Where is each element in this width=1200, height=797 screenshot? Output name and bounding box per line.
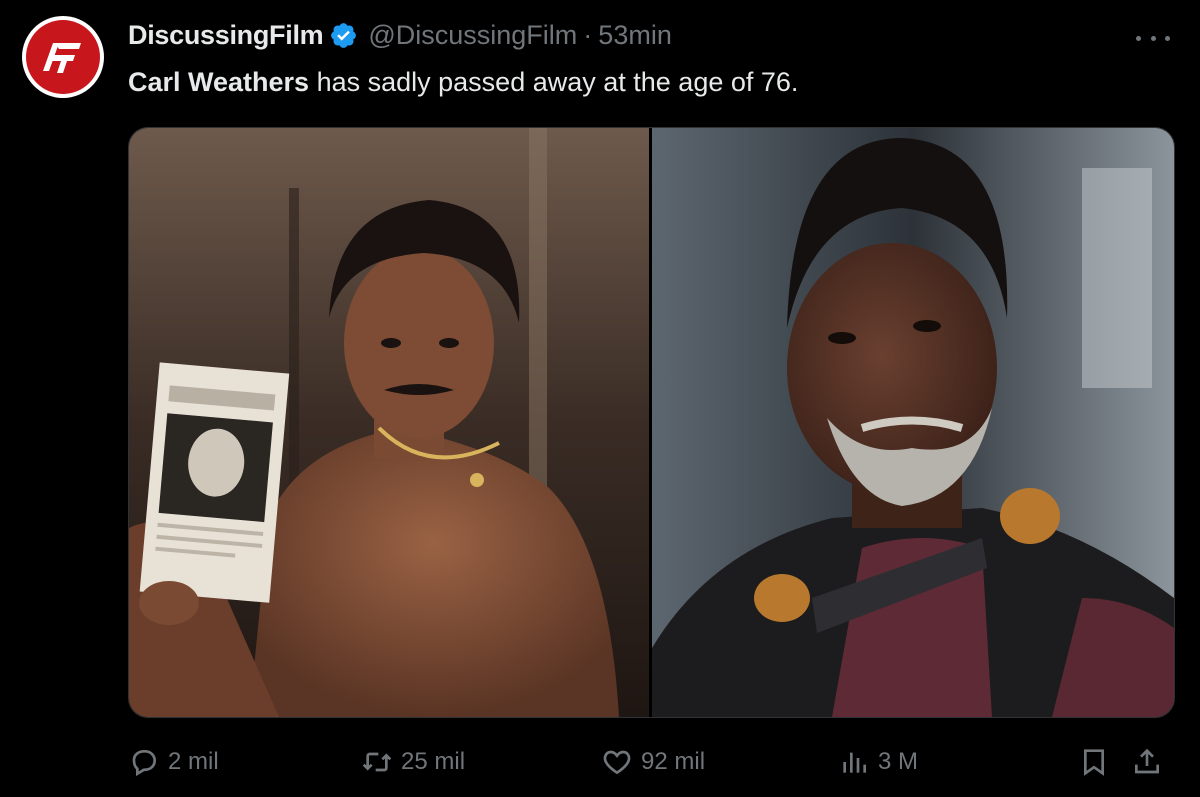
retweet-count: 25 mil bbox=[401, 748, 466, 775]
tweet-media[interactable] bbox=[128, 127, 1175, 718]
like-button[interactable]: 92 mil bbox=[601, 742, 705, 782]
reply-icon bbox=[132, 750, 157, 777]
discussingfilm-logo bbox=[26, 20, 100, 94]
author-handle[interactable]: @DiscussingFilm bbox=[368, 20, 577, 51]
bookmark-button[interactable] bbox=[1078, 742, 1110, 782]
bookmark-icon bbox=[1084, 749, 1104, 776]
author-display-name[interactable]: DiscussingFilm bbox=[128, 20, 324, 51]
tweet-text-body: has sadly passed away at the age of 76. bbox=[309, 67, 799, 97]
more-options-icon[interactable] bbox=[1136, 28, 1170, 48]
tweet-actions-bar: 2 mil 25 mil 92 mil 3 M bbox=[128, 742, 1173, 782]
separator-dot: · bbox=[583, 20, 593, 50]
verified-badge-icon bbox=[331, 23, 357, 48]
retweet-icon bbox=[362, 752, 392, 772]
reply-count: 2 mil bbox=[168, 748, 219, 775]
heart-icon bbox=[603, 750, 631, 775]
retweet-button[interactable]: 25 mil bbox=[361, 742, 465, 782]
share-button[interactable] bbox=[1131, 742, 1163, 782]
tweet-timestamp[interactable]: 53min bbox=[598, 20, 672, 51]
views-count: 3 M bbox=[878, 748, 919, 775]
views-button[interactable]: 3 M bbox=[838, 742, 918, 782]
tweet-header: DiscussingFilm @DiscussingFilm · 53min bbox=[128, 20, 672, 51]
tweet-text-bold-name: Carl Weathers bbox=[128, 67, 310, 97]
like-count: 92 mil bbox=[641, 748, 706, 775]
media-image-left[interactable] bbox=[129, 128, 652, 717]
avatar[interactable] bbox=[22, 16, 104, 98]
views-chart-icon bbox=[843, 752, 866, 773]
photo-older-man-grey-beard-costume bbox=[652, 128, 1174, 717]
media-image-right[interactable] bbox=[652, 128, 1174, 717]
tweet-card[interactable]: DiscussingFilm @DiscussingFilm · 53min C… bbox=[0, 0, 1200, 797]
tweet-text: Carl Weathers has sadly passed away at t… bbox=[128, 64, 798, 100]
reply-button[interactable]: 2 mil bbox=[128, 742, 219, 782]
share-icon bbox=[1135, 748, 1159, 774]
df-logo-icon bbox=[43, 43, 81, 73]
photo-young-man-holding-newspaper bbox=[129, 128, 649, 717]
